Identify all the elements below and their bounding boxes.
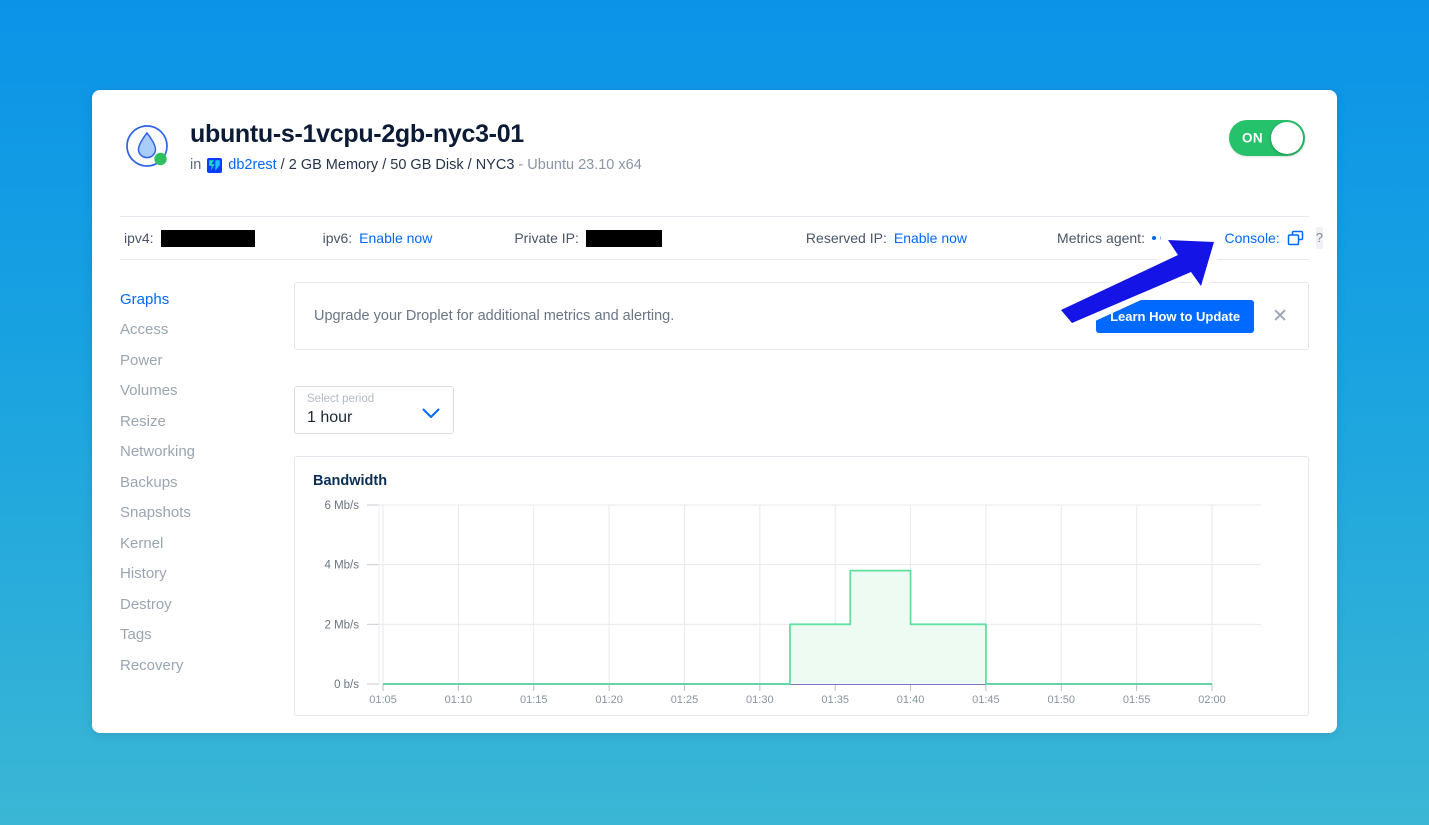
chevron-down-icon <box>422 406 440 424</box>
meta-sep-2: / <box>382 158 386 173</box>
svg-text:4 Mb/s: 4 Mb/s <box>324 560 359 572</box>
sidebar-item-networking[interactable]: Networking <box>120 437 294 468</box>
sidebar-item-kernel[interactable]: Kernel <box>120 528 294 559</box>
droplet-detail-card: ubuntu-s-1vcpu-2gb-nyc3-01 in db2rest / … <box>92 90 1337 733</box>
ipv6-label: ipv6: <box>323 230 353 246</box>
sidebar-item-snapshots[interactable]: Snapshots <box>120 498 294 529</box>
power-toggle-label: ON <box>1242 131 1263 146</box>
svg-text:02:00: 02:00 <box>1198 694 1226 706</box>
sidebar-item-power[interactable]: Power <box>120 345 294 376</box>
upgrade-banner-message: Upgrade your Droplet for additional metr… <box>314 308 1096 324</box>
reserved-ip-item: Reserved IP: Enable now <box>806 230 967 246</box>
power-toggle-knob <box>1271 122 1303 154</box>
help-button[interactable]: ? <box>1316 227 1323 249</box>
svg-text:01:35: 01:35 <box>821 694 849 706</box>
network-info-bar: ipv4: ipv6: Enable now Private IP: Reser… <box>120 216 1309 260</box>
svg-text:01:45: 01:45 <box>972 694 1000 706</box>
ipv6-enable-link[interactable]: Enable now <box>359 230 432 246</box>
svg-text:6 Mb/s: 6 Mb/s <box>324 500 359 512</box>
ipv4-label: ipv4: <box>124 230 154 246</box>
private-ip-label: Private IP: <box>514 230 579 246</box>
meta-sep-1: / <box>281 158 285 173</box>
metrics-agent-label: Metrics agent: <box>1057 230 1145 246</box>
svg-text:01:25: 01:25 <box>671 694 699 706</box>
ipv6-item: ipv6: Enable now <box>323 230 433 246</box>
sidebar-item-volumes[interactable]: Volumes <box>120 376 294 407</box>
svg-text:01:05: 01:05 <box>369 694 397 706</box>
project-badge-icon <box>207 158 222 173</box>
droplet-icon <box>124 123 172 171</box>
droplet-body: Graphs Access Power Volumes Resize Netwo… <box>92 260 1337 716</box>
droplet-header: ubuntu-s-1vcpu-2gb-nyc3-01 in db2rest / … <box>92 90 1337 216</box>
console-item: Console: <box>1224 230 1303 247</box>
sidebar-item-history[interactable]: History <box>120 559 294 590</box>
learn-how-to-update-button[interactable]: Learn How to Update <box>1096 300 1254 333</box>
sidebar-item-tags[interactable]: Tags <box>120 620 294 651</box>
svg-text:01:55: 01:55 <box>1123 694 1151 706</box>
svg-text:0 b/s: 0 b/s <box>334 679 359 691</box>
private-ip-item: Private IP: <box>514 230 662 247</box>
droplet-meta: in db2rest / 2 GB Memory / 50 GB Disk / <box>190 158 642 173</box>
console-label[interactable]: Console: <box>1224 230 1279 246</box>
sidebar-item-recovery[interactable]: Recovery <box>120 650 294 681</box>
meta-disk: 50 GB Disk <box>390 158 463 173</box>
period-selector-wrap: Select period 1 hour <box>294 386 1309 434</box>
bandwidth-chart-card: Bandwidth 0 b/s 2 Mb/s 4 Mb/s 6 Mb/s 01:05 01… <box>294 456 1309 716</box>
console-window-icon[interactable] <box>1287 230 1304 247</box>
svg-text:01:15: 01:15 <box>520 694 548 706</box>
sidebar-item-backups[interactable]: Backups <box>120 467 294 498</box>
bandwidth-chart-svg: 0 b/s 2 Mb/s 4 Mb/s 6 Mb/s 01:05 01:10 01:15 01… <box>309 499 1269 714</box>
bandwidth-chart-plot[interactable]: 0 b/s 2 Mb/s 4 Mb/s 6 Mb/s 01:05 01:10 01:15 01… <box>309 499 1294 714</box>
meta-region: NYC3 <box>476 158 515 173</box>
ipv4-item: ipv4: <box>124 230 255 247</box>
select-period-label: Select period <box>307 393 441 407</box>
svg-text:01:50: 01:50 <box>1048 694 1076 706</box>
sidebar-item-destroy[interactable]: Destroy <box>120 589 294 620</box>
sidebar-item-graphs[interactable]: Graphs <box>120 284 294 315</box>
reserved-ip-enable-link[interactable]: Enable now <box>894 230 967 246</box>
private-ip-value-redacted[interactable] <box>586 230 662 247</box>
bandwidth-chart-title: Bandwidth <box>313 473 1294 489</box>
svg-text:01:30: 01:30 <box>746 694 774 706</box>
meta-in-label: in <box>190 158 201 173</box>
meta-memory: 2 GB Memory <box>289 158 378 173</box>
meta-sep-3: / <box>468 158 472 173</box>
three-dots-icon[interactable] <box>1152 236 1173 241</box>
page-title: ubuntu-s-1vcpu-2gb-nyc3-01 <box>190 120 642 149</box>
select-period-dropdown[interactable]: Select period 1 hour <box>294 386 454 434</box>
metrics-agent-item: Metrics agent: <box>1057 230 1172 246</box>
graphs-main-panel: Upgrade your Droplet for additional metr… <box>294 282 1309 716</box>
meta-os: - Ubuntu 23.10 x64 <box>518 158 641 173</box>
upgrade-banner: Upgrade your Droplet for additional metr… <box>294 282 1309 350</box>
power-toggle[interactable]: ON <box>1229 120 1305 156</box>
svg-text:01:20: 01:20 <box>595 694 623 706</box>
reserved-ip-label: Reserved IP: <box>806 230 887 246</box>
project-link[interactable]: db2rest <box>228 158 276 173</box>
close-icon[interactable]: ✕ <box>1268 305 1292 328</box>
svg-text:01:10: 01:10 <box>445 694 473 706</box>
sidebar-item-resize[interactable]: Resize <box>120 406 294 437</box>
svg-text:2 Mb/s: 2 Mb/s <box>324 619 359 631</box>
select-period-value: 1 hour <box>307 409 441 427</box>
sidebar-item-access[interactable]: Access <box>120 315 294 346</box>
droplet-sidebar-nav: Graphs Access Power Volumes Resize Netwo… <box>120 282 294 716</box>
svg-text:01:40: 01:40 <box>897 694 925 706</box>
ipv4-value-redacted[interactable] <box>161 230 255 247</box>
